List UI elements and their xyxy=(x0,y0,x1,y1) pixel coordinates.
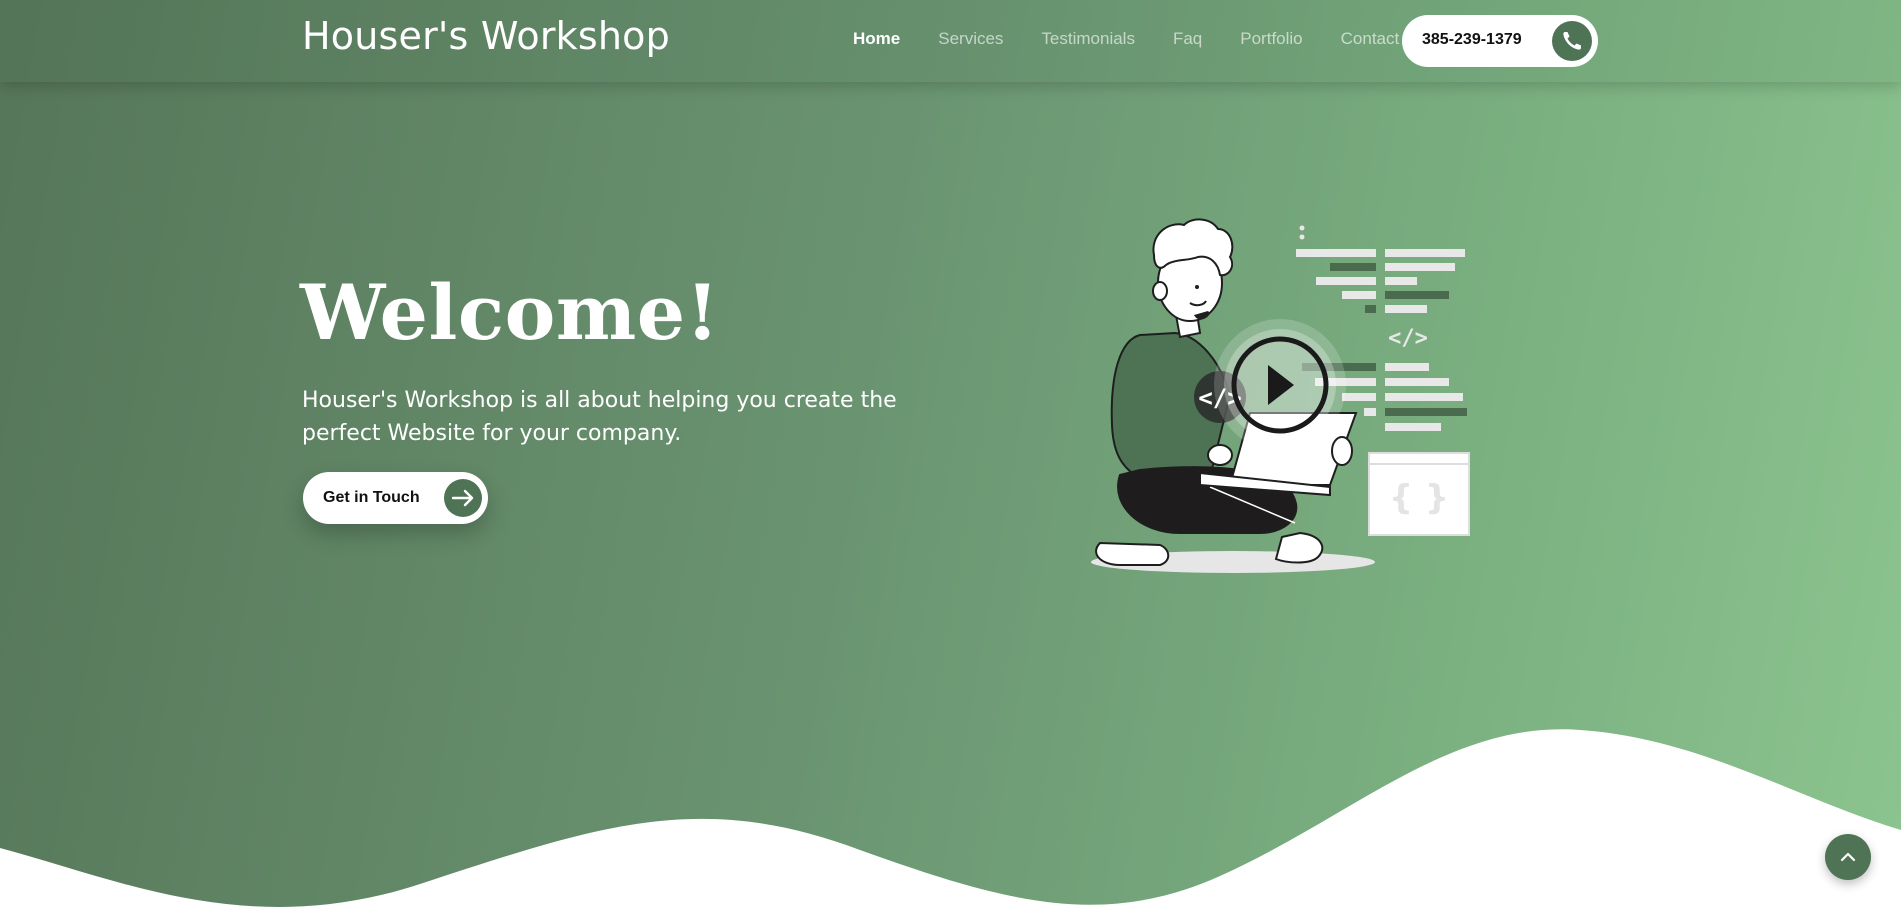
site-header: Houser's Workshop Home Services Testimon… xyxy=(0,0,1901,82)
arrow-right-icon xyxy=(444,479,482,517)
phone-button[interactable]: 385-239-1379 xyxy=(1402,15,1598,67)
hero-title: Welcome! xyxy=(300,268,720,357)
get-in-touch-label: Get in Touch xyxy=(323,489,420,506)
main-nav: Home Services Testimonials Faq Portfolio… xyxy=(853,29,1437,49)
chevron-up-icon xyxy=(1840,852,1856,862)
nav-faq[interactable]: Faq xyxy=(1173,29,1202,49)
code-tag-label: </> xyxy=(1388,326,1428,351)
developer-illustration: </> { } </> xyxy=(1080,215,1480,580)
nav-contact[interactable]: Contact xyxy=(1341,29,1400,49)
phone-number: 385-239-1379 xyxy=(1422,31,1522,48)
get-in-touch-button[interactable]: Get in Touch xyxy=(303,472,488,524)
braces-label: { } xyxy=(1389,478,1449,518)
brand-logo[interactable]: Houser's Workshop xyxy=(302,14,670,58)
bottom-wave xyxy=(0,729,1901,909)
nav-home[interactable]: Home xyxy=(853,29,900,49)
play-video-icon xyxy=(1214,319,1346,451)
hero-description: Houser's Workshop is all about helping y… xyxy=(302,388,897,446)
nav-services[interactable]: Services xyxy=(938,29,1003,49)
nav-testimonials[interactable]: Testimonials xyxy=(1041,29,1135,49)
scroll-to-top-button[interactable] xyxy=(1825,834,1871,880)
nav-portfolio[interactable]: Portfolio xyxy=(1240,29,1302,49)
phone-icon xyxy=(1552,21,1592,61)
